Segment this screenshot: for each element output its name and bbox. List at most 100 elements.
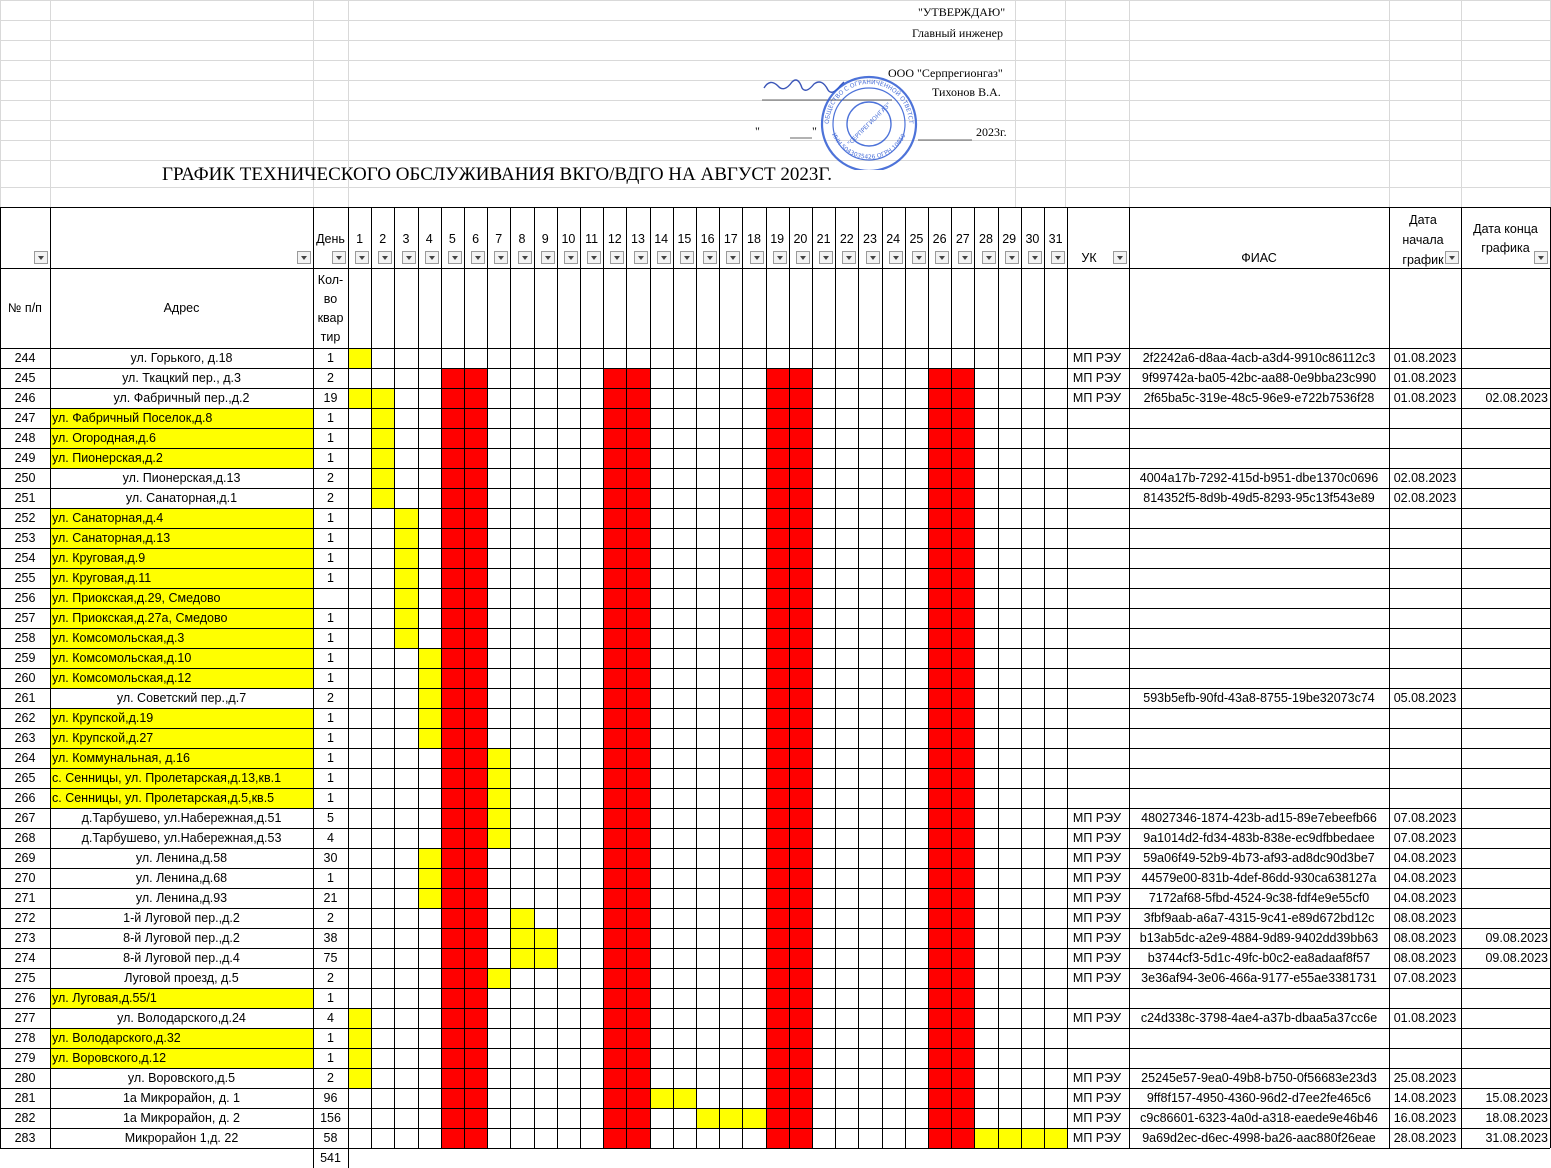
- filter-button-day-17[interactable]: [726, 251, 741, 264]
- scheduled-day-cell: [510, 948, 534, 968]
- scheduled-day-cell: [348, 1048, 372, 1068]
- row-fias: [1129, 648, 1389, 668]
- table-gridline: [0, 1088, 1550, 1089]
- filter-button-day-24[interactable]: [888, 251, 903, 264]
- chevron-down-icon: [753, 255, 760, 260]
- filter-button-day-14[interactable]: [656, 251, 671, 264]
- filter-button-day-11[interactable]: [587, 251, 602, 264]
- row-address: ул. Коммунальная, д.16: [52, 750, 190, 765]
- table-gridline: [0, 748, 1550, 749]
- filter-button-day-19[interactable]: [772, 251, 787, 264]
- filter-button-day-23[interactable]: [865, 251, 880, 264]
- row-qty: 1: [327, 410, 334, 425]
- filter-button-day-2[interactable]: [378, 251, 393, 264]
- row-qty: 1: [327, 550, 334, 565]
- chevron-down-icon: [660, 255, 667, 260]
- filter-button-day-27[interactable]: [958, 251, 973, 264]
- row-qty: 2: [327, 490, 334, 505]
- filter-button-day-6[interactable]: [471, 251, 486, 264]
- filter-button-day-13[interactable]: [633, 251, 648, 264]
- filter-button-date-start[interactable]: [1445, 251, 1459, 264]
- filter-button-day-29[interactable]: [1004, 251, 1019, 264]
- row-qty: 2: [327, 910, 334, 925]
- row-qty: 1: [327, 790, 334, 805]
- sheet-gridline: [1065, 0, 1066, 207]
- filter-button-day-31[interactable]: [1051, 251, 1066, 264]
- row-address: 8-й Луговой пер.,д.4: [123, 950, 240, 965]
- row-date-start: [1389, 648, 1461, 668]
- chevron-down-icon: [498, 255, 505, 260]
- row-date-end: [1461, 768, 1550, 788]
- filter-button-day[interactable]: [332, 251, 346, 264]
- row-date-start: [1389, 508, 1461, 528]
- filter-button-day-4[interactable]: [424, 251, 439, 264]
- filter-button-day-1[interactable]: [355, 251, 370, 264]
- filter-button-day-22[interactable]: [842, 251, 857, 264]
- row-date-end: [1461, 968, 1550, 988]
- filter-button-date-end[interactable]: [1534, 251, 1548, 264]
- scheduled-day-cell: [719, 1108, 743, 1128]
- row-number: 276: [14, 990, 36, 1005]
- filter-button-num[interactable]: [34, 251, 48, 264]
- header-day-17: 17: [723, 231, 738, 246]
- table-gridline: [0, 1028, 1550, 1029]
- row-date-start: 14.08.2023: [1393, 1090, 1457, 1105]
- header-address: Адрес: [163, 300, 200, 315]
- row-uk: МП РЭУ: [1072, 1090, 1122, 1105]
- scheduled-day-cell: [510, 908, 534, 928]
- row-number: 260: [14, 670, 36, 685]
- filter-button-day-28[interactable]: [981, 251, 996, 264]
- filter-button-uk[interactable]: [1113, 251, 1127, 264]
- filter-button-day-3[interactable]: [401, 251, 416, 264]
- filter-button-day-12[interactable]: [610, 251, 625, 264]
- row-address: ул. Комсомольская,д.12: [52, 670, 192, 685]
- filter-button-day-30[interactable]: [1028, 251, 1042, 264]
- row-number: 250: [14, 470, 36, 485]
- row-date-start: 02.08.2023: [1393, 490, 1457, 505]
- filter-button-day-16[interactable]: [703, 251, 718, 264]
- filter-button-day-15[interactable]: [680, 251, 694, 264]
- row-fias: [1129, 1048, 1389, 1068]
- scheduled-day-cell: [742, 1108, 766, 1128]
- filter-button-day-18[interactable]: [749, 251, 764, 264]
- header-day-23: 23: [863, 231, 877, 246]
- filter-button-address[interactable]: [297, 251, 311, 264]
- filter-button-day-7[interactable]: [494, 251, 509, 264]
- row-date-end: [1461, 608, 1550, 628]
- row-address: ул. Володарского,д.32: [52, 1030, 181, 1045]
- row-qty: 21: [323, 890, 338, 905]
- row-date-start: [1389, 768, 1461, 788]
- row-date-end: [1461, 748, 1550, 768]
- table-gridline: [0, 268, 1550, 269]
- filter-button-day-20[interactable]: [796, 251, 810, 264]
- scheduled-day-cell: [417, 728, 441, 748]
- row-date-start: [1389, 708, 1461, 728]
- row-number: 270: [14, 870, 36, 885]
- row-fias: [1129, 628, 1389, 648]
- row-date-start: [1389, 528, 1461, 548]
- filter-button-day-9[interactable]: [540, 251, 555, 264]
- row-fias: 9f99742a-ba05-42bc-aa88-0e9bba23c990: [1141, 370, 1377, 385]
- row-address: д.Тарбушево, ул.Набережная,д.53: [81, 830, 282, 845]
- filter-button-day-21[interactable]: [819, 251, 834, 264]
- row-address: ул. Горького, д.18: [130, 350, 233, 365]
- row-qty: 1: [327, 610, 334, 625]
- row-uk: МП РЭУ: [1072, 350, 1122, 365]
- chevron-down-icon: [382, 255, 389, 260]
- row-number: 272: [14, 910, 36, 925]
- chevron-down-icon: [776, 255, 783, 260]
- filter-button-day-25[interactable]: [912, 251, 926, 264]
- row-qty: 1: [327, 730, 334, 745]
- row-address: ул. Фабричный пер.,д.2: [113, 390, 250, 405]
- row-date-end: [1461, 588, 1550, 608]
- chevron-down-icon: [428, 255, 435, 260]
- filter-button-day-8[interactable]: [517, 251, 532, 264]
- filter-button-day-10[interactable]: [564, 251, 578, 264]
- header-day-12: 12: [607, 231, 622, 246]
- row-address: ул. Комсомольская,д.3: [52, 630, 185, 645]
- scheduled-day-cell: [348, 1028, 372, 1048]
- table-gridline: [0, 568, 1550, 569]
- filter-button-day-26[interactable]: [935, 251, 950, 264]
- filter-button-day-5[interactable]: [448, 251, 462, 264]
- row-address: ул. Советский пер.,д.7: [116, 690, 247, 705]
